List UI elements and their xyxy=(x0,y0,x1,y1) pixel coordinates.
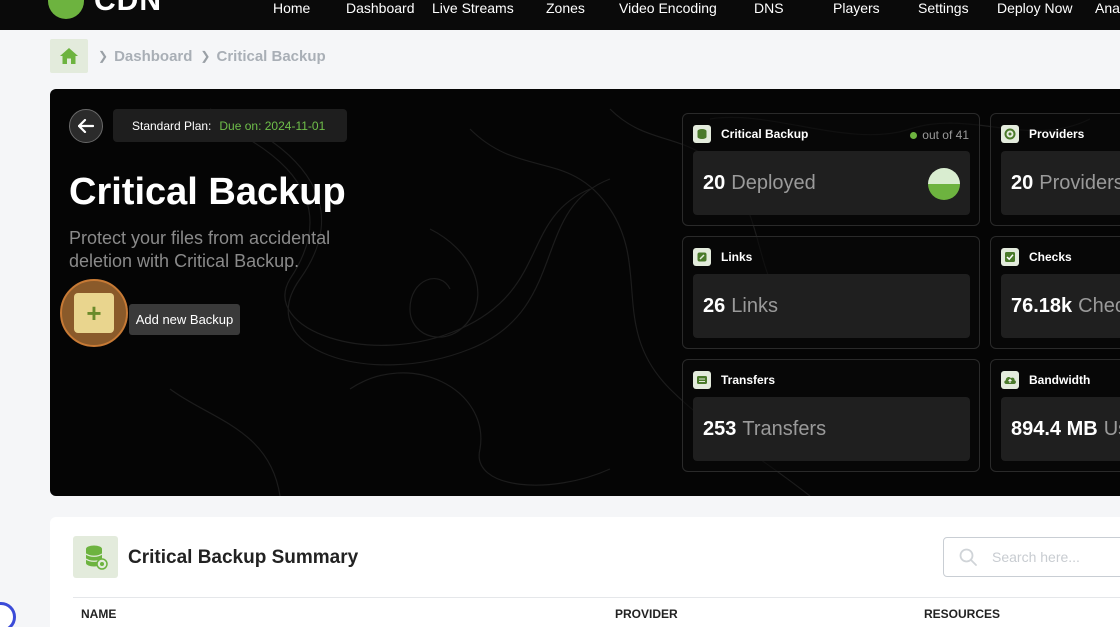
stat-value-box: 894.4 MB Used xyxy=(1001,397,1120,461)
check-icon xyxy=(1001,248,1019,266)
search-box xyxy=(943,537,1120,577)
add-backup-tooltip: Add new Backup xyxy=(129,304,240,335)
nav-zones[interactable]: Zones xyxy=(546,0,585,16)
arrow-left-icon xyxy=(78,119,94,133)
stat-label: Critical Backup xyxy=(721,127,809,141)
gear-icon xyxy=(1001,125,1019,143)
divider xyxy=(73,597,1120,598)
breadcrumb: ❯ Dashboard ❯ Critical Backup xyxy=(50,39,326,73)
cloud-upload-icon xyxy=(1001,371,1019,389)
breadcrumb-current: Critical Backup xyxy=(216,47,326,65)
stat-label: Bandwidth xyxy=(1029,373,1091,387)
add-backup-button[interactable]: + xyxy=(74,293,114,333)
stat-meta: out of 41 xyxy=(910,128,969,142)
stat-card-checks[interactable]: Checks 76.18k Checks xyxy=(990,236,1120,349)
stat-value-box: 26 Links xyxy=(693,274,970,338)
deployed-ratio-icon xyxy=(928,168,960,200)
database-icon xyxy=(693,125,711,143)
page-title: Critical Backup xyxy=(69,171,346,213)
stat-card-transfers[interactable]: Transfers 253 Transfers xyxy=(682,359,980,472)
nav-players[interactable]: Players xyxy=(833,0,880,16)
search-input[interactable] xyxy=(992,549,1120,565)
stat-unit: Checks xyxy=(1078,294,1120,317)
plus-icon: + xyxy=(86,298,102,328)
chevron-right-icon: ❯ xyxy=(98,49,109,63)
stat-label: Links xyxy=(721,250,753,264)
stat-unit: Deployed xyxy=(731,171,816,194)
top-navbar: CDN Home Dashboard Live Streams Zones Vi… xyxy=(0,0,1120,30)
nav-home[interactable]: Home xyxy=(273,0,310,16)
stat-unit: Used xyxy=(1103,417,1120,440)
stat-value: 20 xyxy=(1011,171,1034,194)
breadcrumb-dashboard[interactable]: Dashboard xyxy=(114,48,192,65)
nav-live-streams[interactable]: Live Streams xyxy=(432,0,514,16)
stat-value-box: 20 Deployed xyxy=(693,151,970,215)
column-header-name[interactable]: NAME xyxy=(81,607,116,621)
summary-title: Critical Backup Summary xyxy=(128,547,359,568)
summary-panel: Critical Backup Summary NAME PROVIDER RE… xyxy=(50,517,1120,627)
stat-label: Transfers xyxy=(721,373,776,387)
stat-label: Checks xyxy=(1029,250,1072,264)
plan-badge: Standard Plan: Due on: 2024-11-01 xyxy=(113,109,347,142)
home-icon xyxy=(60,48,78,64)
floating-help-button[interactable] xyxy=(0,602,16,627)
plan-label: Standard Plan: xyxy=(132,118,212,133)
nav-video-encoding[interactable]: Video Encoding xyxy=(619,0,717,16)
stat-unit: Providers xyxy=(1039,171,1120,194)
stat-card-critical-backup[interactable]: Critical Backup out of 41 20 Deployed xyxy=(682,113,980,226)
nav-dns[interactable]: DNS xyxy=(754,0,784,16)
status-dot-icon xyxy=(910,131,918,139)
stat-unit: Links xyxy=(731,294,778,317)
stat-card-providers[interactable]: Providers 20 Providers xyxy=(990,113,1120,226)
add-backup-highlight: + xyxy=(60,279,128,347)
stat-value: 20 xyxy=(703,171,726,194)
stat-value: 76.18k xyxy=(1011,294,1073,317)
database-icon xyxy=(73,536,118,578)
chevron-right-icon: ❯ xyxy=(200,49,211,63)
stat-card-bandwidth[interactable]: Bandwidth 894.4 MB Used xyxy=(990,359,1120,472)
page-description: Protect your files from accidental delet… xyxy=(69,228,331,271)
search-icon xyxy=(959,548,977,566)
stat-value-box: 20 Providers xyxy=(1001,151,1120,215)
home-button[interactable] xyxy=(50,39,88,73)
main-nav: Home Dashboard Live Streams Zones Video … xyxy=(0,0,1120,30)
back-button[interactable] xyxy=(69,109,103,143)
column-header-resources[interactable]: RESOURCES xyxy=(924,607,1000,621)
stat-value-box: 253 Transfers xyxy=(693,397,970,461)
stat-unit: Transfers xyxy=(742,417,827,440)
hero-panel: Standard Plan: Due on: 2024-11-01 Critic… xyxy=(50,89,1120,496)
stat-value: 26 xyxy=(703,294,726,317)
transfer-icon xyxy=(693,371,711,389)
column-header-provider[interactable]: PROVIDER xyxy=(615,607,678,621)
link-icon xyxy=(693,248,711,266)
stat-card-links[interactable]: Links 26 Links xyxy=(682,236,980,349)
stat-value: 894.4 MB xyxy=(1011,417,1098,440)
stat-value: 253 xyxy=(703,417,737,440)
stat-label: Providers xyxy=(1029,127,1085,141)
stat-value-box: 76.18k Checks xyxy=(1001,274,1120,338)
plan-due-date: Due on: 2024-11-01 xyxy=(219,118,326,133)
nav-analytics[interactable]: Ana xyxy=(1095,0,1120,16)
stat-meta-text: out of 41 xyxy=(922,128,969,142)
nav-settings[interactable]: Settings xyxy=(918,0,969,16)
nav-deploy-now[interactable]: Deploy Now xyxy=(997,0,1072,16)
nav-dashboard[interactable]: Dashboard xyxy=(346,0,415,16)
